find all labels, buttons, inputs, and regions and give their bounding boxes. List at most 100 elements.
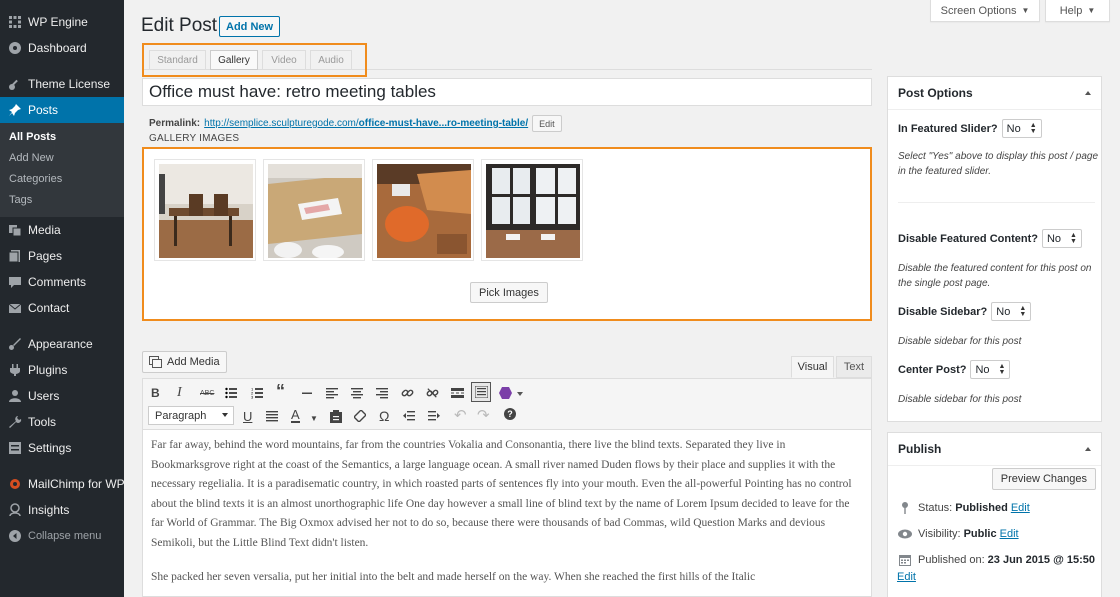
permalink-edit-button[interactable]: Edit — [532, 115, 562, 132]
add-new-button[interactable]: Add New — [219, 16, 281, 37]
sidebar-item-media[interactable]: Media — [0, 217, 124, 243]
disable-sidebar-select[interactable]: No ▲ ▼ — [991, 302, 1032, 321]
submenu-add-new[interactable]: Add New — [0, 148, 124, 169]
plugin-icon — [8, 363, 22, 377]
pushpin-icon — [8, 103, 22, 117]
help-icon[interactable]: ? — [504, 408, 516, 420]
increase-indent-icon[interactable] — [428, 407, 440, 425]
horizontal-line-icon[interactable] — [302, 384, 312, 402]
caret-down-icon: ▼ — [1087, 6, 1096, 15]
post-options-panel: Post Options In Featured Slider? No ▲ ▼ Se… — [887, 76, 1102, 422]
decrease-indent-icon[interactable] — [403, 407, 415, 425]
tab-standard[interactable]: Standard — [149, 50, 206, 70]
post-content-editor[interactable]: Far far away, behind the word mountains,… — [142, 430, 872, 597]
toolbar-toggle-icon[interactable] — [471, 382, 491, 402]
text-color-icon[interactable]: A — [291, 407, 300, 423]
edit-visibility-link[interactable]: Edit — [1000, 528, 1019, 540]
screen-options-button[interactable]: Screen Options ▼ — [930, 0, 1040, 22]
sidebar-item-tools[interactable]: Tools — [0, 409, 124, 435]
permalink-link[interactable]: http://semplice.sculpturegode.com/office… — [204, 118, 528, 129]
sidebar-item-theme-license[interactable]: Theme License — [0, 71, 124, 97]
mail-icon — [8, 301, 22, 315]
undo-icon[interactable]: ↶ — [454, 406, 467, 424]
tab-video[interactable]: Video — [262, 50, 306, 70]
post-format-tabs: Standard Gallery Video Audio — [142, 43, 367, 77]
justify-icon[interactable] — [266, 407, 278, 425]
center-post-desc: Disable sidebar for this post — [898, 394, 1022, 405]
sidebar-item-insights[interactable]: Insights — [0, 497, 124, 523]
underline-icon[interactable]: U — [243, 407, 252, 425]
align-right-icon[interactable] — [376, 384, 388, 402]
gallery-image-4 — [486, 164, 580, 258]
tab-audio[interactable]: Audio — [310, 50, 352, 70]
tab-visual[interactable]: Visual — [791, 356, 834, 378]
disable-featured-desc: Disable the featured content for this po… — [898, 263, 1092, 289]
submenu-all-posts[interactable]: All Posts — [0, 127, 124, 148]
read-more-icon[interactable] — [451, 384, 464, 402]
posts-submenu: All Posts Add New Categories Tags — [0, 123, 124, 217]
insert-link-icon[interactable] — [401, 384, 414, 402]
sidebar-item-comments[interactable]: Comments — [0, 269, 124, 295]
sidebar-item-posts[interactable]: Posts — [0, 97, 124, 123]
add-media-button[interactable]: Add Media — [142, 351, 227, 373]
tab-text[interactable]: Text — [836, 356, 872, 378]
post-options-header[interactable]: Post Options — [888, 77, 1101, 110]
paintbrush-icon — [8, 337, 22, 351]
users-icon — [8, 389, 22, 403]
edit-status-link[interactable]: Edit — [1011, 502, 1030, 514]
sidebar-item-plugins[interactable]: Plugins — [0, 357, 124, 383]
page-title: Edit Post — [141, 15, 218, 36]
collapse-menu-button[interactable]: Collapse menu — [0, 523, 124, 549]
paste-as-text-icon[interactable] — [330, 407, 342, 425]
gallery-images-box: Pick Images — [142, 147, 872, 321]
submenu-tags[interactable]: Tags — [0, 190, 124, 211]
sidebar-item-wp-engine[interactable]: WP Engine — [0, 9, 124, 35]
align-left-icon[interactable] — [326, 384, 338, 402]
sidebar-item-appearance[interactable]: Appearance — [0, 331, 124, 357]
sidebar-item-contact[interactable]: Contact — [0, 295, 124, 321]
sidebar-item-mailchimp[interactable]: MailChimp for WP — [0, 471, 125, 497]
special-character-icon[interactable]: Ω — [379, 407, 389, 425]
collapse-arrow-icon[interactable] — [1085, 447, 1091, 451]
align-center-icon[interactable] — [351, 384, 363, 402]
collapse-arrow-icon[interactable] — [1085, 91, 1091, 95]
featured-slider-select[interactable]: No ▲ ▼ — [1001, 119, 1042, 138]
content-paragraph: She packed her seven versalia, put her i… — [151, 571, 756, 583]
strikethrough-icon[interactable]: ABC — [200, 384, 214, 402]
submenu-categories[interactable]: Categories — [0, 169, 124, 190]
paragraph-format-select[interactable]: Paragraph — [148, 406, 234, 425]
gallery-thumbnail[interactable] — [481, 159, 583, 261]
sidebar-item-pages[interactable]: Pages — [0, 243, 124, 269]
edit-date-link[interactable]: Edit — [897, 571, 916, 583]
select-arrows-icon: ▲ ▼ — [1070, 232, 1077, 245]
text-color-caret-icon[interactable]: ▼ — [310, 409, 318, 427]
pick-images-button[interactable]: Pick Images — [470, 282, 548, 303]
tab-gallery[interactable]: Gallery — [210, 50, 258, 70]
bulleted-list-icon[interactable] — [225, 384, 237, 402]
numbered-list-icon[interactable]: 123 — [251, 384, 263, 402]
wp-engine-icon — [8, 15, 22, 29]
publish-header[interactable]: Publish — [888, 433, 1101, 466]
help-button[interactable]: Help ▼ — [1045, 0, 1110, 22]
bold-icon[interactable]: B — [151, 384, 160, 402]
sidebar-item-dashboard[interactable]: Dashboard — [0, 35, 124, 61]
shortcode-hexagon-icon[interactable] — [499, 384, 523, 402]
clear-formatting-icon[interactable] — [354, 407, 366, 425]
redo-icon[interactable]: ↷ — [477, 406, 490, 424]
blockquote-icon[interactable]: “ — [276, 381, 285, 401]
disable-featured-row: Disable Featured Content? No ▲ ▼ — [898, 229, 1082, 248]
gallery-thumbnail[interactable] — [154, 159, 256, 261]
sidebar-item-settings[interactable]: Settings — [0, 435, 124, 461]
remove-link-icon[interactable] — [426, 384, 439, 402]
gallery-thumbnail[interactable] — [263, 159, 365, 261]
gallery-thumbnail[interactable] — [372, 159, 474, 261]
preview-changes-button[interactable]: Preview Changes — [991, 468, 1096, 490]
italic-icon[interactable]: I — [177, 384, 182, 402]
center-post-select[interactable]: No ▲ ▼ — [970, 360, 1011, 379]
post-title-input[interactable]: Office must have: retro meeting tables — [142, 78, 872, 106]
disable-featured-select[interactable]: No ▲ ▼ — [1041, 229, 1082, 248]
settings-icon — [8, 441, 22, 455]
sidebar-item-users[interactable]: Users — [0, 383, 124, 409]
editor-toolbar: B I ABC 123 “ Paragraph U A ▼ Ω ↶ ↷ ? — [142, 378, 872, 430]
mailchimp-icon — [8, 477, 22, 491]
